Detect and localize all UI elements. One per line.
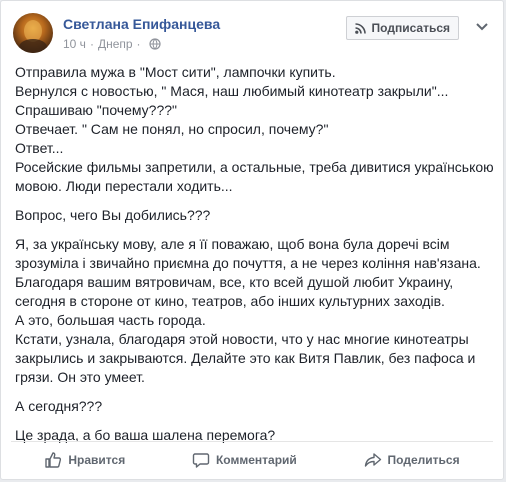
post-meta: 10 ч · Днепр · xyxy=(63,37,161,51)
share-arrow-icon xyxy=(364,453,381,467)
post-text-line: А сегодня??? xyxy=(15,398,103,414)
post-time[interactable]: 10 ч xyxy=(63,37,86,51)
post-text-line: Я, за українську мову, але я її поважаю,… xyxy=(15,236,450,252)
post-text-line: зрозуміла і звичайно приємна до почуття,… xyxy=(15,255,481,271)
comment-label: Комментарий xyxy=(215,453,297,467)
post-text-line: грязи. Он это умеет. xyxy=(15,369,145,385)
post-text-line: Отвечает. " Сам не понял, но спросил, по… xyxy=(15,121,329,137)
meta-separator-2: · xyxy=(136,37,141,51)
post-text-line: Вернулся с новостью, " Мася, наш любимый… xyxy=(15,83,449,99)
share-button[interactable]: Поделиться xyxy=(364,451,460,469)
comment-bubble-icon xyxy=(192,453,210,468)
comment-button[interactable]: Комментарий xyxy=(192,451,297,469)
like-label: Нравится xyxy=(68,453,126,467)
author-name[interactable]: Светлана Епифанцева xyxy=(63,16,220,32)
thumbs-up-icon xyxy=(45,452,62,468)
post-actions: Нравится Комментарий Поделиться xyxy=(11,441,493,478)
post-text: Отправила мужа в "Мост сити", лампочки к… xyxy=(15,63,494,455)
post-text-line: Вопрос, чего Вы добились??? xyxy=(15,207,211,223)
post-text-line: А это, большая часть города. xyxy=(15,312,206,328)
post-header: Светлана Епифанцева 10 ч · Днепр · Подпи… xyxy=(13,13,493,57)
post-card: Светлана Епифанцева 10 ч · Днепр · Подпи… xyxy=(0,0,504,480)
meta-separator: · xyxy=(89,37,94,51)
post-text-line: закрылись и закрываются. Делайте это как… xyxy=(15,350,476,366)
post-text-line: Благодаря вашим вятровичам, все, кто все… xyxy=(15,274,454,290)
globe-icon xyxy=(148,38,161,50)
post-location[interactable]: Днепр xyxy=(98,37,133,51)
chevron-down-icon[interactable] xyxy=(473,18,491,36)
like-button[interactable]: Нравится xyxy=(44,451,125,469)
post-text-line: сегодня в стороне от кино, театров, або … xyxy=(15,293,445,309)
post-text-line: Отправила мужа в "Мост сити", лампочки к… xyxy=(15,64,336,80)
post-text-line: Спрашиваю "почему???" xyxy=(15,102,177,118)
avatar[interactable] xyxy=(13,13,53,53)
post-text-line: Кстати, узнала, благодаря этой новости, … xyxy=(15,331,469,347)
share-label: Поделиться xyxy=(387,453,460,467)
subscribe-button[interactable]: Подписаться xyxy=(345,16,459,40)
post-paragraph: А сегодня??? xyxy=(15,397,491,416)
post-paragraph: Я, за українську мову, але я її поважаю,… xyxy=(15,235,491,387)
post-paragraph: Вопрос, чего Вы добились??? xyxy=(15,206,491,225)
rss-icon xyxy=(354,22,366,34)
post-paragraph: Отправила мужа в "Мост сити", лампочки к… xyxy=(15,63,494,196)
post-text-line: мовою. Люди перестали ходить... xyxy=(15,178,233,194)
post-text-line: Ответ... xyxy=(15,140,64,156)
post-text-line: Росейские фильмы запретили, а остальные,… xyxy=(15,159,494,175)
subscribe-label: Подписаться xyxy=(371,21,450,35)
